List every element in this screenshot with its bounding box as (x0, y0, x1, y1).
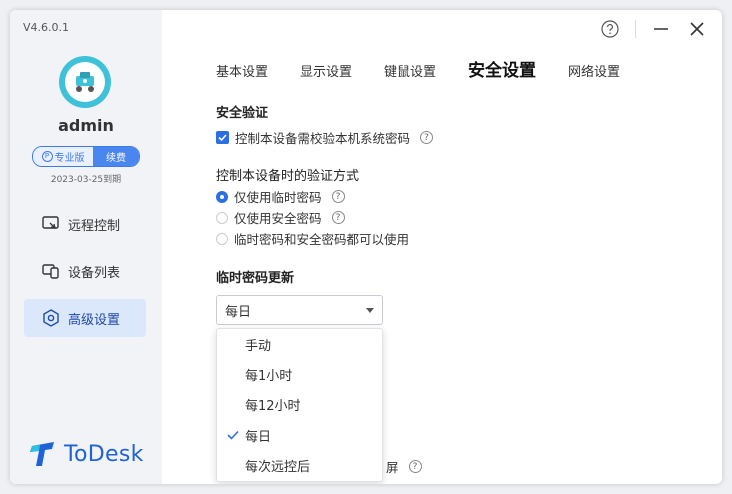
nav-label-device-list: 设备列表 (68, 265, 121, 281)
sidebar: V4.6.0.1 admin P 专业版 续费 2023-03-25到期 远程控… (10, 10, 162, 484)
advanced-settings-icon (42, 309, 60, 327)
verify-section-title: 安全验证 (216, 106, 269, 121)
option-label: 每次远控后 (245, 460, 311, 476)
dropdown-option-manual[interactable]: 手动 (217, 329, 382, 359)
titlebar-divider (635, 20, 636, 38)
temp-update-select[interactable]: 每日 (216, 295, 383, 325)
version-label: V4.6.0.1 (23, 21, 70, 34)
todesk-logo: ToDesk (28, 440, 144, 468)
tab-keyboard-mouse[interactable]: 键鼠设置 (384, 61, 436, 80)
verify-checkbox-label: 控制本设备需校验本机系统密码 (235, 131, 411, 146)
help-icon[interactable]: ? (408, 460, 422, 473)
dropdown-option-1h[interactable]: 每1小时 (217, 359, 382, 389)
tab-display[interactable]: 显示设置 (300, 61, 352, 80)
help-icon (601, 20, 619, 38)
tab-basic[interactable]: 基本设置 (216, 61, 268, 80)
help-button[interactable] (599, 18, 621, 40)
avatar[interactable] (59, 56, 111, 108)
renew-button[interactable]: 续费 (93, 147, 139, 166)
dropdown-option-after-remote[interactable]: 每次远控后 (217, 451, 382, 481)
nav-item-device-list[interactable]: 设备列表 (24, 252, 146, 290)
tab-security[interactable]: 安全设置 (468, 56, 536, 81)
titlebar-controls (599, 18, 708, 40)
dropdown-option-12h[interactable]: 每12小时 (217, 390, 382, 420)
tab-network[interactable]: 网络设置 (568, 61, 620, 80)
temp-update-value: 每日 (225, 304, 252, 320)
verify-checkbox[interactable] (216, 131, 229, 144)
method-option-security[interactable]: 仅使用安全密码 ? (216, 208, 345, 227)
obscured-setting-text: 屏 (386, 460, 399, 475)
check-icon (218, 134, 227, 142)
avatar-icon (65, 62, 105, 102)
help-icon[interactable]: ? (420, 131, 434, 144)
dropdown-option-daily[interactable]: 每日 (217, 420, 382, 450)
plan-label: 专业版 (54, 153, 85, 164)
method-label-temp: 仅使用临时密码 (234, 190, 322, 205)
method-option-both[interactable]: 临时密码和安全密码都可以使用 (216, 229, 409, 248)
help-icon[interactable]: ? (331, 211, 345, 224)
nav-label-advanced-settings: 高级设置 (68, 312, 121, 328)
settings-tabs: 基本设置 显示设置 键鼠设置 安全设置 网络设置 (216, 56, 652, 81)
method-option-temp[interactable]: 仅使用临时密码 ? (216, 187, 345, 206)
close-button[interactable] (686, 18, 708, 40)
plan-name: P 专业版 (33, 147, 93, 166)
minimize-icon (654, 28, 668, 30)
option-label: 每日 (245, 429, 272, 445)
device-list-icon (42, 262, 60, 280)
todesk-logo-icon (30, 442, 54, 466)
username: admin (58, 116, 114, 135)
minimize-button[interactable] (650, 18, 672, 40)
option-label: 每1小时 (245, 369, 293, 385)
chevron-down-icon (366, 307, 374, 313)
checkmark-icon (227, 431, 239, 440)
help-icon[interactable]: ? (331, 190, 345, 203)
method-label-security: 仅使用安全密码 (234, 211, 322, 226)
brand-name: ToDesk (64, 441, 144, 467)
nav-label-remote-control: 远程控制 (68, 218, 121, 234)
pro-icon: P (41, 151, 53, 162)
expire-date: 2023-03-25到期 (50, 175, 122, 185)
plan-badge: P 专业版 续费 (32, 146, 140, 167)
temp-update-dropdown: 手动 每1小时 每12小时 每日 每次远控后 (216, 328, 383, 482)
verify-checkbox-row[interactable]: 控制本设备需校验本机系统密码 ? (216, 128, 434, 147)
obscured-setting-row: 屏 ? (386, 457, 422, 476)
nav-item-advanced-settings[interactable]: 高级设置 (24, 299, 146, 337)
method-label-both: 临时密码和安全密码都可以使用 (234, 232, 410, 247)
radio-temp-password[interactable] (216, 190, 228, 203)
method-section-title: 控制本设备时的验证方式 (216, 169, 360, 184)
option-label: 手动 (245, 338, 272, 354)
remote-control-icon (42, 215, 60, 233)
radio-security-password[interactable] (216, 211, 228, 224)
close-icon (690, 22, 704, 36)
nav-item-remote-control[interactable]: 远程控制 (24, 205, 146, 243)
app-window: V4.6.0.1 admin P 专业版 续费 2023-03-25到期 远程控… (10, 10, 722, 484)
temp-update-title: 临时密码更新 (216, 271, 295, 286)
radio-both-password[interactable] (216, 232, 228, 245)
option-label: 每12小时 (245, 399, 301, 415)
